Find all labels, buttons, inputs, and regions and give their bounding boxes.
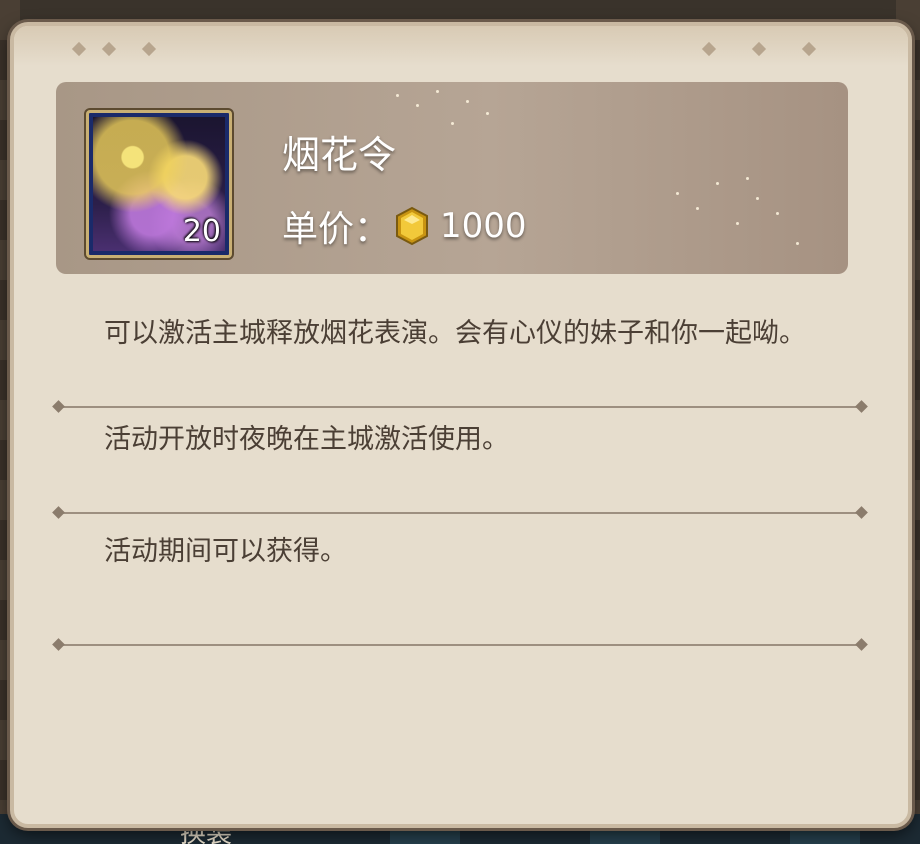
gold-coin-icon [394,206,430,246]
ornament-diamond [751,41,767,57]
item-name: 烟花令 [282,133,397,177]
ornament-diamond [71,41,87,57]
item-tooltip-panel: 20 烟花令 单价： 1000 可以激活主城释放烟花表演。会有心仪的妹子和你一起… [10,22,912,828]
panel-top-ornament [14,26,908,66]
price-value: 1000 [440,206,527,246]
ornament-diamond [701,41,717,57]
ornament-diamond [801,41,817,57]
game-screen: 换装 20 烟花令 单价： 1000 可以激活主城释放烟花表演。会有心仪的妹子和… [0,0,920,844]
description-line: 可以激活主城释放烟花表演。会有心仪的妹子和你一起呦。 [104,318,806,349]
ornament-diamond [141,41,157,57]
description-line: 活动期间可以获得。 [104,536,347,567]
description-line: 活动开放时夜晚在主城激活使用。 [104,424,509,455]
price-label: 单价： [282,209,391,250]
section-divider [58,644,862,646]
price-row: 单价： 1000 [282,200,527,252]
ornament-diamond [101,41,117,57]
item-header: 20 烟花令 单价： 1000 [56,82,848,274]
section-divider [58,406,862,408]
item-count: 20 [182,214,221,249]
section-divider [58,512,862,514]
fireworks-icon: 20 [86,110,232,258]
